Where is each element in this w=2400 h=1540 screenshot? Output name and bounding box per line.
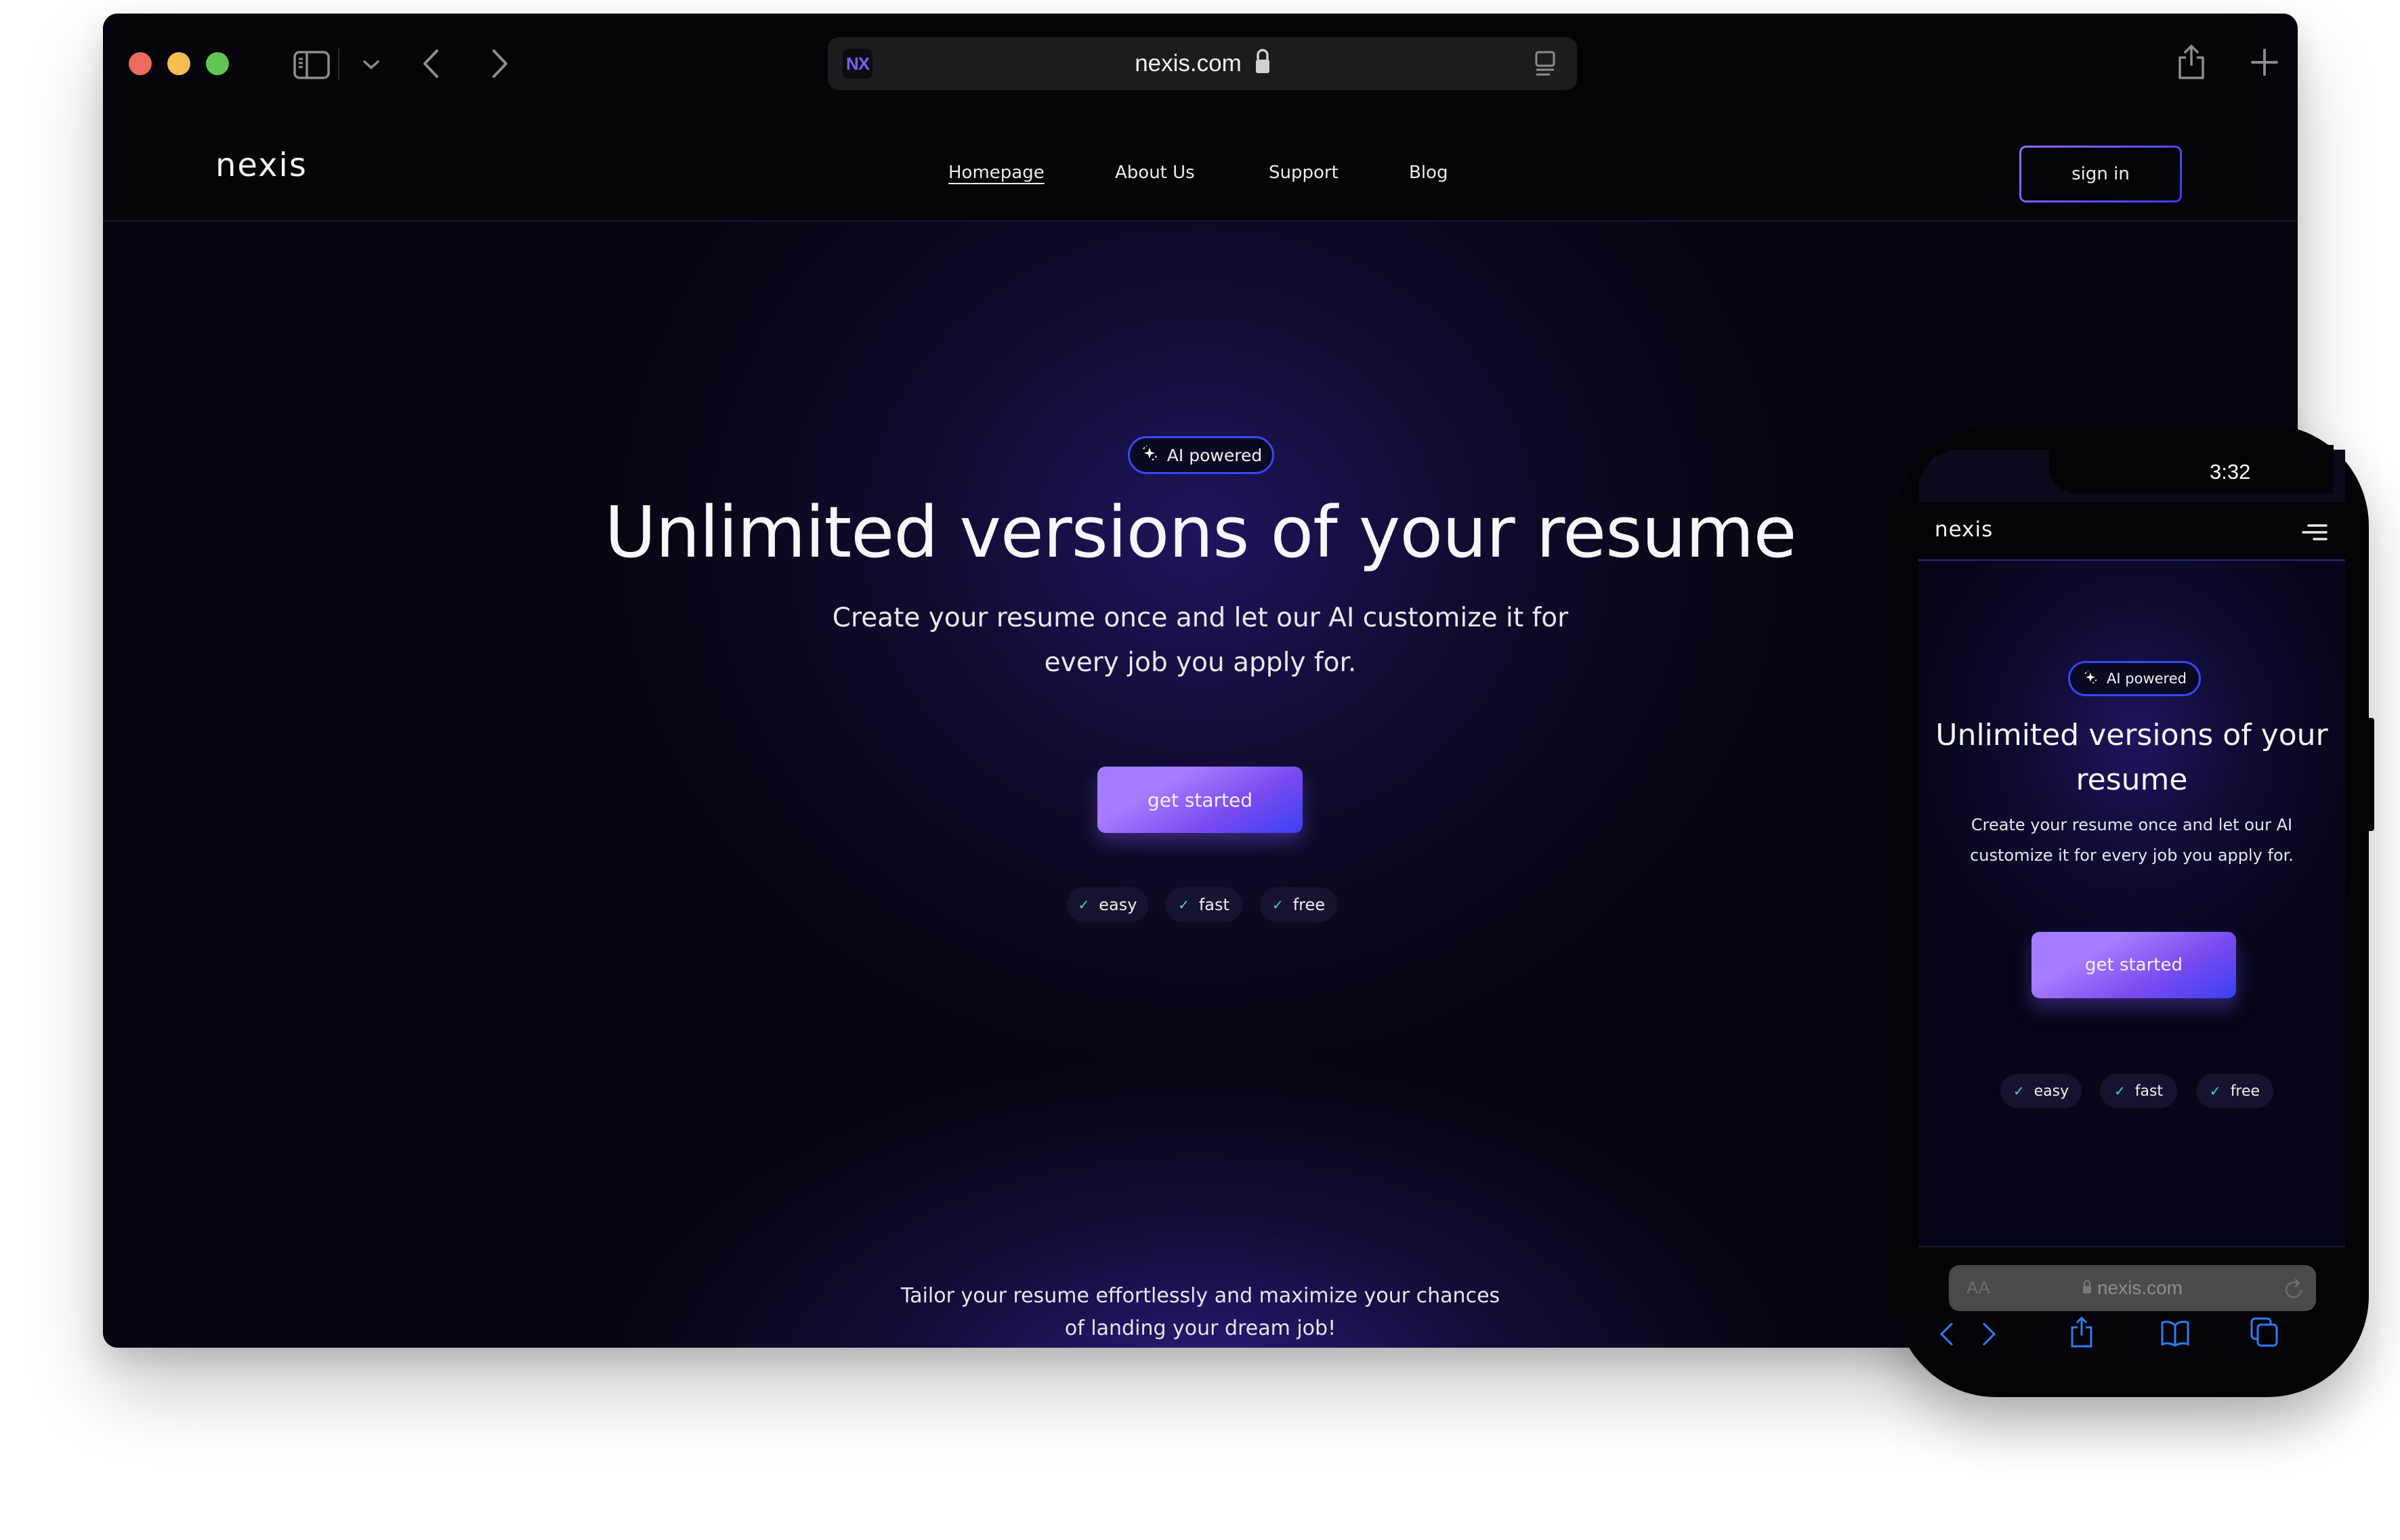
phone-url-text: nexis.com <box>2097 1277 2183 1298</box>
phone-address-bar[interactable]: AA nexis.com <box>1949 1265 2316 1311</box>
phone-clock: 3:32 <box>2210 460 2251 484</box>
phone-site-header: nexis <box>1918 502 2345 561</box>
phone-website: AI powered Unlimited versions of your re… <box>1918 561 2345 1247</box>
zoom-window-button[interactable] <box>206 52 229 75</box>
hero-subtitle: Create your resume once and let our AI c… <box>832 603 1569 678</box>
phone-hero-subtitle: Create your resume once and let our AI c… <box>1970 815 2294 865</box>
reload-icon[interactable] <box>2283 1277 2304 1302</box>
chip-label: free <box>2230 1082 2260 1100</box>
phone-share-icon[interactable] <box>2070 1316 2093 1350</box>
ai-powered-badge: AI powered <box>1128 436 1274 474</box>
check-icon: ✓ <box>1078 897 1090 913</box>
chip-label: easy <box>1099 895 1137 914</box>
close-window-button[interactable] <box>129 52 152 75</box>
phone-site-logo[interactable]: nexis <box>1935 517 1993 542</box>
toolbar-divider <box>338 49 339 80</box>
phone-ai-powered-badge: AI powered <box>2068 661 2201 696</box>
chevron-down-icon[interactable] <box>362 60 380 70</box>
phone-tabs-icon[interactable] <box>2250 1317 2279 1350</box>
sparkle-icon <box>1140 444 1159 467</box>
feature-chip-easy: ✓ easy <box>1067 887 1148 922</box>
phone-side-button <box>2369 718 2374 831</box>
forward-icon[interactable] <box>491 49 509 79</box>
get-started-button[interactable]: get started <box>1097 767 1303 833</box>
nav-support[interactable]: Support <box>1269 163 1339 183</box>
lock-icon <box>2082 1277 2092 1299</box>
phone-mockup: 3:32 nexis AI powered Unlimited versions… <box>1895 425 2369 1397</box>
check-icon: ✓ <box>2013 1083 2025 1099</box>
hero-footer-text: Tailor your resume effortlessly and maxi… <box>900 1284 1500 1340</box>
nav-homepage[interactable]: Homepage <box>948 163 1045 183</box>
chip-label: fast <box>1198 895 1229 914</box>
phone-back-icon[interactable] <box>1939 1322 1954 1349</box>
phone-get-started-button[interactable]: get started <box>2031 932 2236 998</box>
phone-notch <box>2049 445 2334 494</box>
nav-blog[interactable]: Blog <box>1409 163 1448 183</box>
new-tab-icon[interactable] <box>2251 49 2278 76</box>
badge-label: AI powered <box>2107 670 2187 687</box>
minimize-window-button[interactable] <box>167 52 190 75</box>
lock-icon <box>1255 48 1270 80</box>
browser-toolbar: NX nexis.com <box>103 14 2298 115</box>
phone-hero-title: Unlimited versions of your resume <box>1935 718 2328 797</box>
phone-feature-chip-easy: ✓ easy <box>2000 1074 2082 1108</box>
site-header: nexis Homepage About Us Support Blog sig… <box>103 115 2298 221</box>
address-bar[interactable]: NX nexis.com <box>828 37 1577 90</box>
url-text: nexis.com <box>1135 50 1242 77</box>
hamburger-menu-icon[interactable] <box>2302 523 2328 544</box>
chip-label: free <box>1292 895 1326 914</box>
check-icon: ✓ <box>2209 1083 2221 1099</box>
badge-label: AI powered <box>1166 445 1263 465</box>
check-icon: ✓ <box>2113 1083 2126 1099</box>
phone-forward-icon[interactable] <box>1981 1322 1996 1349</box>
check-icon: ✓ <box>1178 897 1190 913</box>
feature-chip-fast: ✓ fast <box>1165 887 1242 922</box>
nav-about-us[interactable]: About Us <box>1115 163 1195 183</box>
phone-feature-chip-fast: ✓ fast <box>2100 1074 2177 1108</box>
phone-bookmarks-icon[interactable] <box>2160 1320 2190 1350</box>
phone-feature-chip-free: ✓ free <box>2196 1074 2273 1108</box>
reader-icon[interactable] <box>1535 51 1555 77</box>
check-icon: ✓ <box>1271 897 1284 913</box>
sidebar-icon[interactable] <box>293 51 330 79</box>
site-logo[interactable]: nexis <box>215 146 308 184</box>
sign-in-button[interactable]: sign in <box>2019 146 2182 202</box>
sparkle-icon <box>2082 669 2099 689</box>
back-icon[interactable] <box>422 49 440 79</box>
chip-label: easy <box>2034 1082 2069 1100</box>
chip-label: fast <box>2134 1082 2164 1100</box>
feature-chip-free: ✓ free <box>1260 887 1337 922</box>
share-icon[interactable] <box>2176 44 2206 81</box>
